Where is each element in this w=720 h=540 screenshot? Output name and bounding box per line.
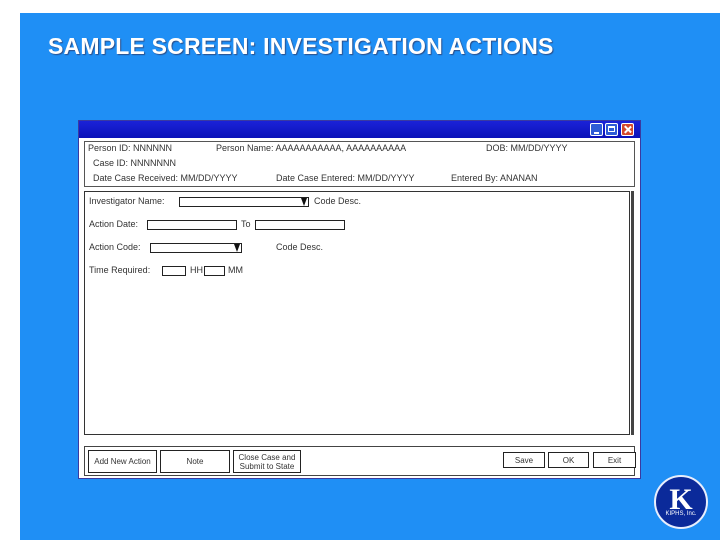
date-entered-text: Date Case Entered: MM/DD/YYYY (276, 173, 415, 183)
company-logo: K KIPHS, Inc. (654, 475, 708, 529)
chevron-down-icon (234, 244, 240, 252)
ok-button[interactable]: OK (548, 452, 589, 468)
person-name-text: Person Name: AAAAAAAAAAA, AAAAAAAAAA (216, 143, 407, 153)
add-new-action-button[interactable]: Add New Action (88, 450, 157, 473)
mm-label: MM (228, 265, 243, 275)
to-label: To (241, 219, 251, 229)
hh-label: HH (190, 265, 203, 275)
action-code-dropdown[interactable] (150, 243, 242, 253)
action-date-to-field[interactable] (255, 220, 345, 230)
button-bar: Add New Action Note Close Case and Submi… (84, 446, 636, 476)
code-desc-label: Code Desc. (276, 242, 324, 252)
case-id-text: Case ID: NNNNNNN (93, 158, 177, 168)
scrollbar[interactable] (631, 191, 634, 435)
action-date-label: Action Date: (89, 219, 139, 229)
minimize-icon[interactable] (590, 123, 603, 136)
minutes-field[interactable] (204, 266, 225, 276)
close-case-submit-button[interactable]: Close Case and Submit to State (233, 450, 301, 473)
hours-field[interactable] (162, 266, 186, 276)
code-desc-label: Code Desc. (314, 196, 362, 206)
window-titlebar[interactable] (79, 121, 640, 138)
investigator-name-dropdown[interactable] (179, 197, 309, 207)
maximize-icon[interactable] (605, 123, 618, 136)
close-icon[interactable] (621, 123, 634, 136)
application-window: Person ID: NNNNNN Person Name: AAAAAAAAA… (78, 120, 641, 479)
investigator-name-label: Investigator Name: (89, 196, 165, 206)
entered-by-text: Entered By: ANANAN (451, 173, 538, 183)
action-code-label: Action Code: (89, 242, 141, 252)
note-button[interactable]: Note (160, 450, 230, 473)
person-id-text: Person ID: NNNNNN (88, 143, 173, 153)
time-required-label: Time Required: (89, 265, 151, 275)
logo-name: KIPHS, Inc. (665, 511, 697, 517)
chevron-down-icon (301, 198, 307, 206)
investigation-form-panel: Investigator Name: Code Desc. Action Dat… (84, 191, 630, 435)
action-date-from-field[interactable] (147, 220, 237, 230)
exit-button[interactable]: Exit (593, 452, 636, 468)
dob-text: DOB: MM/DD/YYYY (486, 143, 568, 153)
case-info-panel: Person ID: NNNNNN Person Name: AAAAAAAAA… (84, 141, 635, 187)
slide-title: SAMPLE SCREEN: INVESTIGATION ACTIONS (48, 33, 554, 59)
date-received-text: Date Case Received: MM/DD/YYYY (93, 173, 238, 183)
save-button[interactable]: Save (503, 452, 545, 468)
